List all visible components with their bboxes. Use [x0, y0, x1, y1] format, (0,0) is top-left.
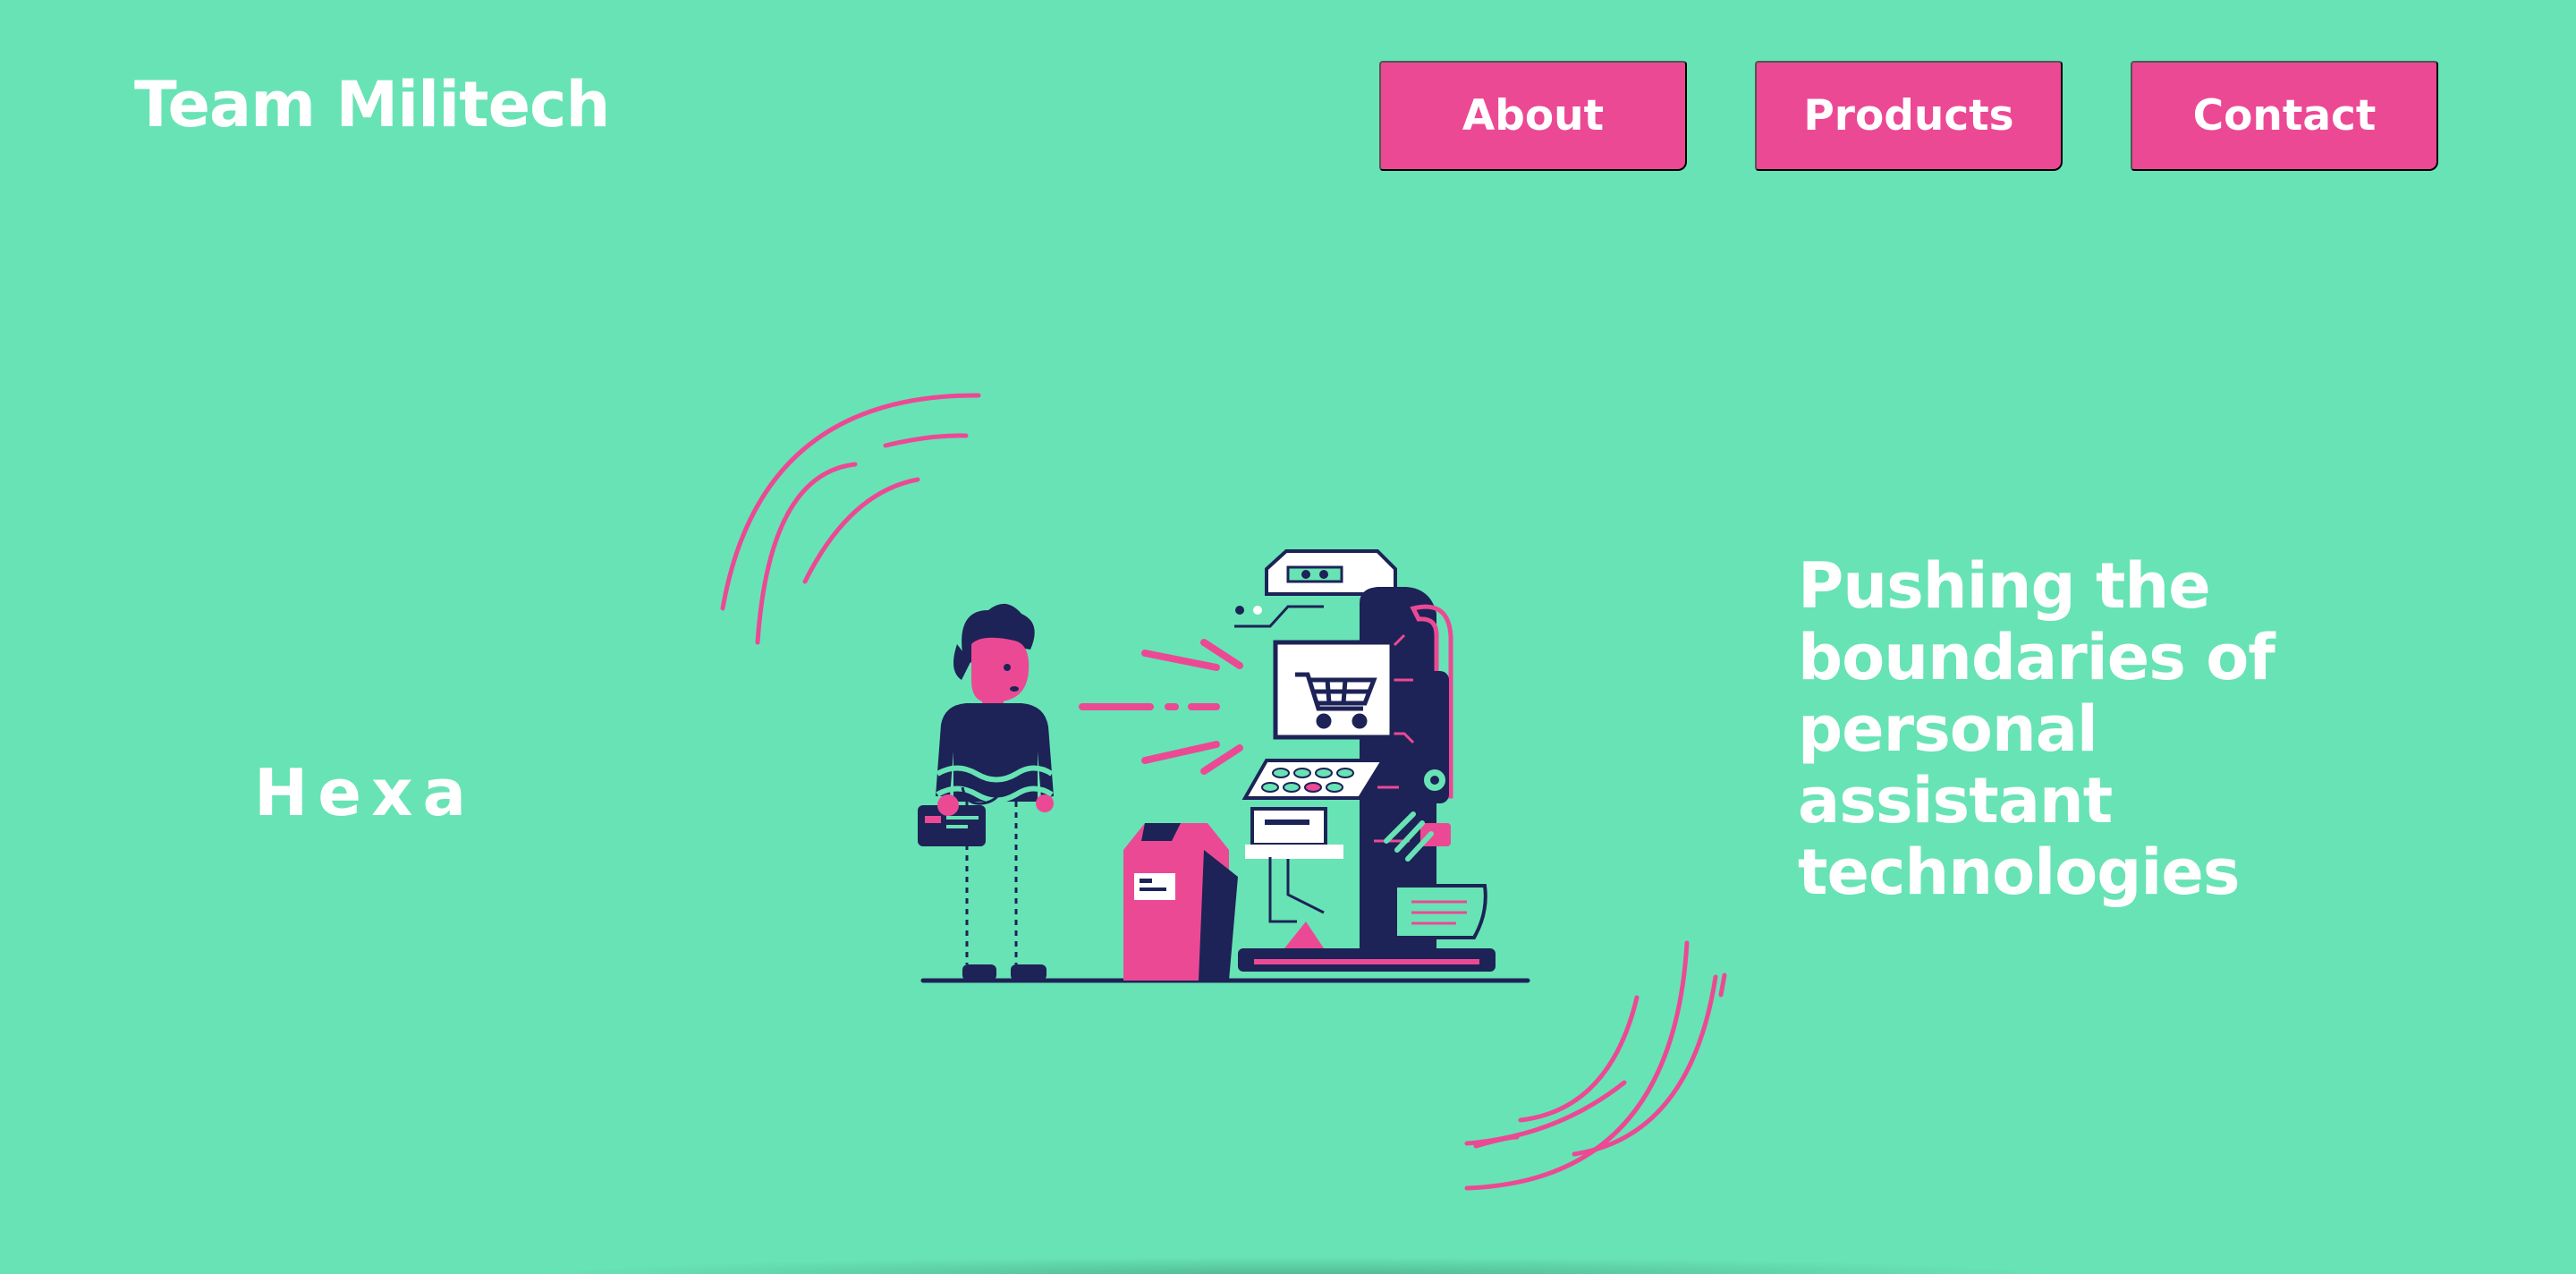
hero-illustration — [720, 393, 1727, 1191]
product-name: Hexa — [254, 755, 477, 830]
landing-page: Team Militech About Products Contact Hex… — [0, 0, 2576, 1274]
nav-about-button[interactable]: About — [1379, 61, 1687, 171]
brand-logo[interactable]: Team Militech — [134, 73, 610, 136]
person-icon — [918, 603, 1054, 981]
terminal-icon — [1234, 549, 1496, 972]
nav-contact-button[interactable]: Contact — [2131, 61, 2438, 171]
nav-products-button[interactable]: Products — [1755, 61, 2063, 171]
hero-tagline: Pushing the boundaries of personal assis… — [1798, 549, 2275, 909]
bottom-shadow — [537, 1257, 2057, 1274]
signal-arcs-top-icon — [720, 393, 981, 645]
card-reader-icon — [1123, 823, 1238, 981]
